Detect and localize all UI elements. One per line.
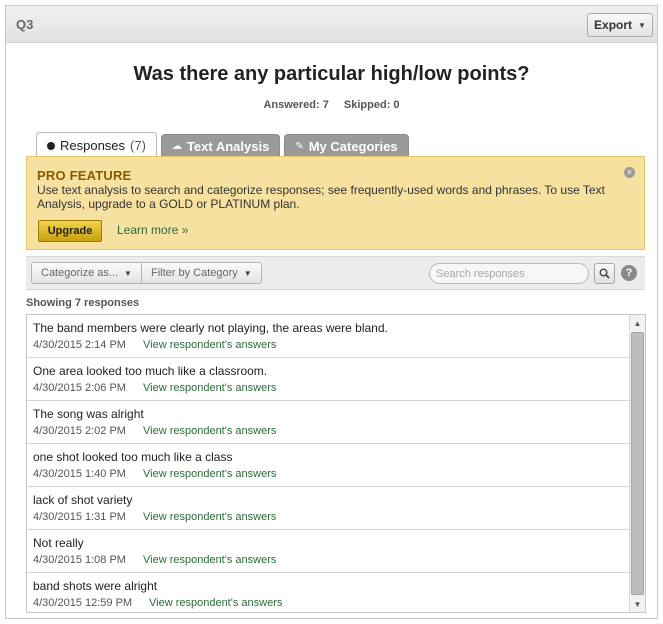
- responses-list: The band members were clearly not playin…: [26, 314, 646, 613]
- help-icon[interactable]: ?: [621, 265, 637, 281]
- question-number: Q3: [16, 17, 34, 32]
- response-text: The band members were clearly not playin…: [33, 321, 388, 335]
- promo-text: Use text analysis to search and categori…: [37, 183, 605, 211]
- response-date: 4/30/2015 2:14 PM: [33, 339, 126, 351]
- response-text: one shot looked too much like a class: [33, 450, 233, 464]
- view-answers-link[interactable]: View respondent's answers: [143, 554, 276, 566]
- tab-text-analysis[interactable]: ☁ Text Analysis: [160, 134, 281, 157]
- tab-bar: Responses (7) ☁ Text Analysis ✎ My Categ…: [36, 132, 409, 158]
- search-input[interactable]: [429, 263, 589, 284]
- list-item: The band members were clearly not playin…: [27, 315, 629, 358]
- caret-down-icon: ▼: [243, 268, 252, 278]
- list-item: The song was alright 4/30/2015 2:02 PM V…: [27, 401, 629, 444]
- scroll-thumb[interactable]: [631, 332, 644, 595]
- question-panel: Q3 Export ▼ Was there any particular hig…: [5, 5, 658, 619]
- close-icon[interactable]: ×: [624, 167, 635, 178]
- response-meta: 4/30/2015 1:31 PM View respondent's answ…: [33, 511, 629, 523]
- response-date: 4/30/2015 2:02 PM: [33, 425, 126, 437]
- scrollbar[interactable]: ▲ ▼: [629, 315, 645, 612]
- bullet-icon: [47, 141, 55, 150]
- tab-responses-label: Responses: [60, 138, 126, 153]
- response-text: The song was alright: [33, 407, 144, 421]
- filter-group: Categorize as... ▼ Filter by Category ▼: [31, 262, 262, 284]
- cloud-icon: ☁: [171, 140, 182, 152]
- list-item: lack of shot variety 4/30/2015 1:31 PM V…: [27, 487, 629, 530]
- categorize-label: Categorize as...: [41, 267, 119, 279]
- pro-feature-banner: PRO FEATURE Use text analysis to search …: [26, 156, 645, 250]
- list-item: Not really 4/30/2015 1:08 PM View respon…: [27, 530, 629, 573]
- scroll-up-icon[interactable]: ▲: [630, 316, 645, 330]
- caret-down-icon: ▼: [638, 20, 646, 30]
- response-date: 4/30/2015 12:59 PM: [33, 597, 133, 609]
- question-title: Was there any particular high/low points…: [133, 63, 530, 85]
- showing-count: Showing 7 responses: [26, 297, 140, 309]
- answered-count: Answered: 7: [263, 99, 329, 111]
- skipped-count: Skipped: 0: [343, 99, 400, 111]
- response-date: 4/30/2015 1:31 PM: [33, 511, 126, 523]
- search-icon: [599, 268, 610, 279]
- response-date: 4/30/2015 2:06 PM: [33, 382, 126, 394]
- tab-responses-count: (7): [130, 138, 146, 153]
- view-answers-link[interactable]: View respondent's answers: [143, 339, 276, 351]
- view-answers-link[interactable]: View respondent's answers: [143, 382, 276, 394]
- response-text: band shots were alright: [33, 579, 158, 593]
- response-meta: 4/30/2015 1:08 PM View respondent's answ…: [33, 554, 629, 566]
- responses-items: The band members were clearly not playin…: [27, 315, 629, 612]
- upgrade-button[interactable]: Upgrade: [38, 220, 102, 242]
- response-meta: 4/30/2015 12:59 PM View respondent's ans…: [33, 597, 629, 609]
- list-item: band shots were alright 4/30/2015 12:59 …: [27, 573, 629, 612]
- response-meta: 4/30/2015 1:40 PM View respondent's answ…: [33, 468, 629, 480]
- responses-toolbar: Categorize as... ▼ Filter by Category ▼ …: [26, 256, 645, 290]
- export-label: Export: [594, 18, 633, 32]
- response-date: 4/30/2015 1:40 PM: [33, 468, 126, 480]
- filter-category-dropdown[interactable]: Filter by Category ▼: [140, 263, 261, 283]
- scroll-down-icon[interactable]: ▼: [630, 597, 645, 611]
- view-answers-link[interactable]: View respondent's answers: [143, 511, 276, 523]
- tab-text-analysis-label: Text Analysis: [186, 138, 270, 154]
- export-button[interactable]: Export ▼: [587, 13, 653, 37]
- caret-down-icon: ▼: [124, 268, 132, 278]
- view-answers-link[interactable]: View respondent's answers: [149, 597, 282, 609]
- response-meta: 4/30/2015 2:14 PM View respondent's answ…: [33, 339, 629, 351]
- search-button[interactable]: [594, 263, 615, 284]
- view-answers-link[interactable]: View respondent's answers: [143, 425, 276, 437]
- response-text: One area looked too much like a classroo…: [33, 364, 268, 378]
- tab-my-categories-label: My Categories: [308, 138, 398, 154]
- list-item: One area looked too much like a classroo…: [27, 358, 629, 401]
- list-item: one shot looked too much like a class 4/…: [27, 444, 629, 487]
- tab-my-categories[interactable]: ✎ My Categories: [284, 134, 409, 157]
- response-date: 4/30/2015 1:08 PM: [33, 554, 126, 566]
- tab-responses[interactable]: Responses (7): [36, 132, 157, 158]
- filter-label: Filter by Category: [150, 267, 238, 279]
- tag-icon: ✎: [295, 140, 304, 152]
- response-meta: 4/30/2015 2:06 PM View respondent's answ…: [33, 382, 629, 394]
- view-answers-link[interactable]: View respondent's answers: [143, 468, 276, 480]
- question-header: Q3 Export ▼: [6, 6, 657, 43]
- response-meta: 4/30/2015 2:02 PM View respondent's answ…: [33, 425, 629, 437]
- response-text: Not really: [33, 536, 84, 550]
- promo-title: PRO FEATURE: [37, 168, 132, 183]
- response-text: lack of shot variety: [33, 493, 133, 507]
- response-stats: Answered: 7 Skipped: 0: [6, 99, 657, 111]
- learn-more-link[interactable]: Learn more »: [117, 223, 188, 237]
- categorize-dropdown[interactable]: Categorize as... ▼: [32, 263, 141, 283]
